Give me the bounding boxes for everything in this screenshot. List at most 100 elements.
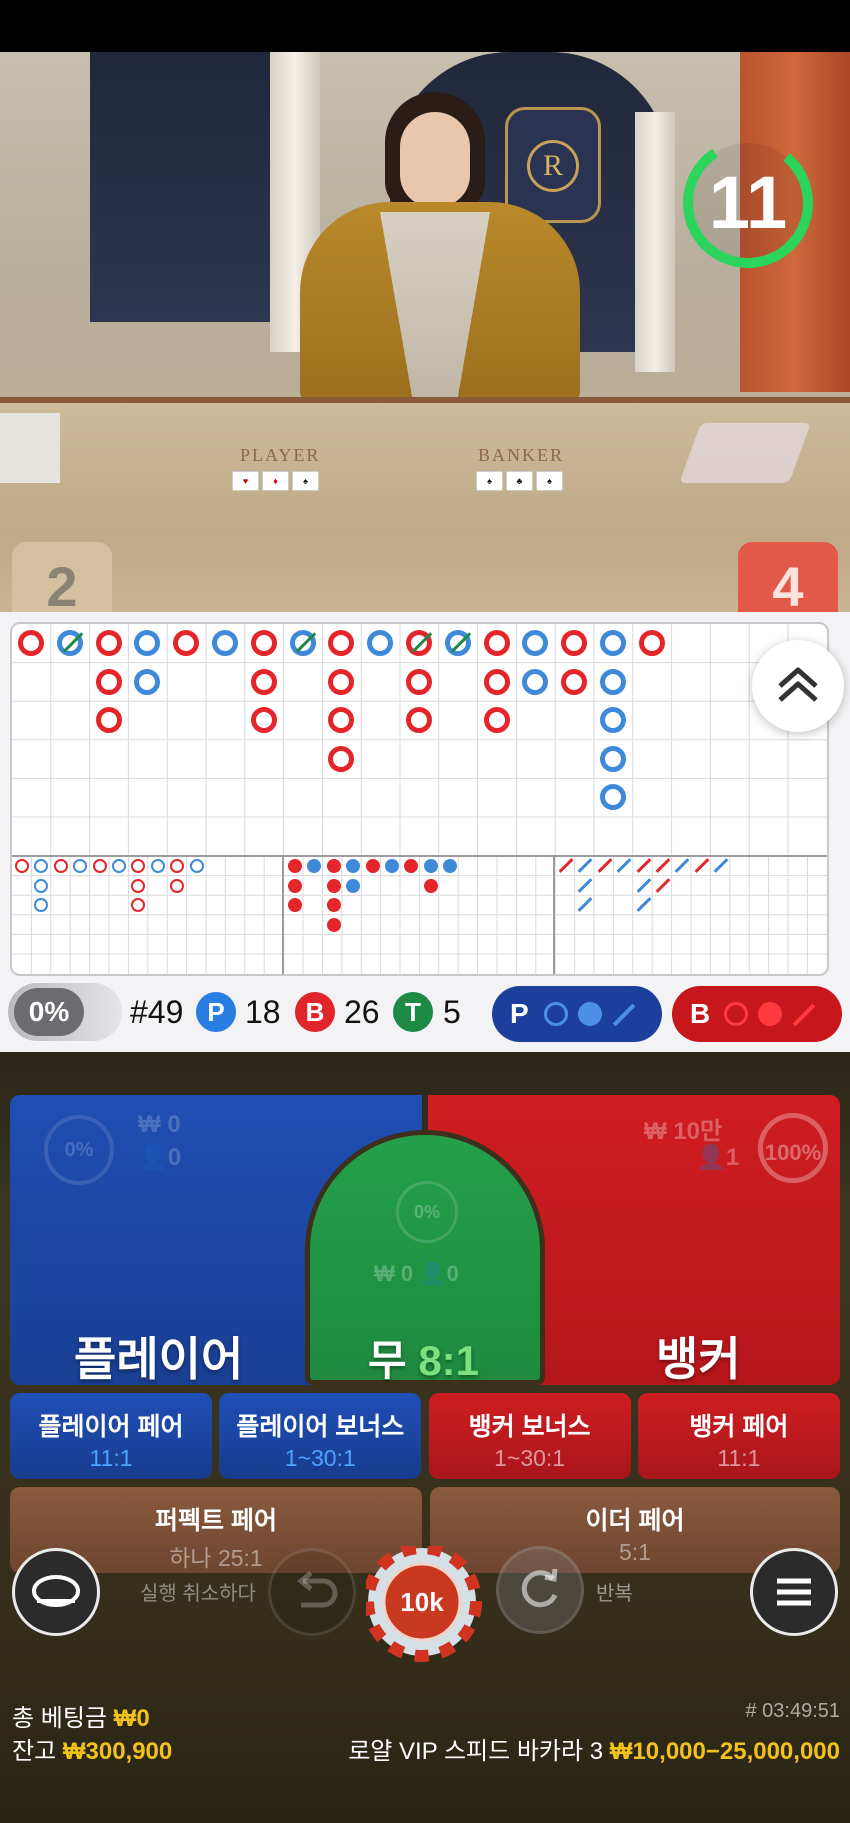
repeat-icon (521, 1568, 558, 1608)
big-eye-road-mark (307, 859, 322, 873)
undo-icon (296, 1571, 338, 1608)
player-bettor-count: 👤0 (138, 1144, 182, 1171)
menu-button[interactable] (750, 1548, 838, 1636)
cockroach-road-mark (636, 858, 652, 873)
banker-mark (95, 630, 122, 656)
banker-mark (483, 707, 510, 734)
total-bet-label: 총 베팅금 (12, 1705, 107, 1732)
player-mark (212, 630, 238, 656)
tie-bet-stats: ₩ 0 👤0 (374, 1261, 459, 1287)
small-road-mark (73, 859, 88, 873)
banker-mark (328, 707, 355, 734)
scoreboard-grid[interactable] (10, 622, 829, 976)
big-eye-road-mark (346, 859, 361, 873)
banker-label: 뱅커 (656, 1333, 741, 1385)
banker-percent: 100% (758, 1113, 828, 1183)
tie-badge: T (393, 992, 433, 1032)
repeat-button[interactable] (496, 1546, 584, 1634)
big-eye-road-mark (288, 878, 302, 893)
player-mark (134, 668, 161, 695)
table-info: 로얄 VIP 스피드 바카라 3 ₩10,000−25,000,000 (348, 1731, 840, 1766)
chat-button[interactable] (12, 1548, 100, 1636)
player-mark (56, 630, 84, 656)
win-percent-toggle[interactable]: 0% (8, 983, 122, 1041)
side-bet-label: 플레이어 보너스 (236, 1413, 405, 1441)
small-road-mark (131, 898, 146, 913)
big-eye-road-mark (423, 878, 438, 893)
wall-panel-left (90, 52, 270, 322)
banker-mark (406, 630, 433, 656)
cockroach-road-mark (694, 858, 710, 873)
predict-ring-icon (544, 1002, 568, 1026)
tie-slash (450, 632, 472, 653)
big-eye-road-mark (326, 878, 341, 893)
banker-mark (561, 668, 588, 695)
countdown-timer: 11 (708, 161, 788, 244)
predict-slash-icon (612, 1003, 636, 1027)
predict-ring-icon (724, 1002, 748, 1026)
banker-mark (173, 630, 200, 656)
table-banker-label: BANKER (478, 445, 565, 465)
banker-mark (250, 707, 277, 734)
cockroach-road-mark (655, 858, 671, 873)
player-predict-button[interactable]: P (492, 986, 662, 1042)
big-eye-road-mark (326, 917, 341, 932)
player-mark (600, 784, 626, 811)
total-bet-value: ₩0 (113, 1705, 150, 1732)
player-score: 2 (12, 542, 112, 612)
banker-mark (18, 630, 44, 656)
hamburger-menu-icon (777, 1578, 811, 1606)
player-mark (134, 630, 161, 656)
side-bet-label: 뱅커 보너스 (468, 1413, 591, 1441)
side-bet-button[interactable]: 플레이어 보너스 1~30:1 (219, 1393, 422, 1479)
tie-count: 5 (443, 994, 461, 1030)
banker-mark (638, 630, 665, 656)
undo-button[interactable] (268, 1548, 356, 1636)
small-road-mark (34, 859, 49, 873)
tie-bet-amount: ₩ 0 (374, 1261, 414, 1286)
stats-bar: 0% #49 P 18 B 26 T 5 P B (0, 980, 850, 1052)
side-bet-button[interactable]: 뱅커 보너스 1~30:1 (428, 1393, 631, 1479)
chip-selector[interactable]: 10k (362, 1542, 484, 1664)
player-mark (522, 630, 549, 656)
banker-score: 4 (738, 542, 838, 612)
player-mark (600, 745, 626, 772)
big-eye-road-mark (365, 859, 380, 873)
royal-logo-emblem: R (505, 107, 601, 223)
small-road-mark (34, 878, 49, 893)
banker-mark (328, 630, 355, 656)
dealer-body (300, 202, 580, 402)
side-bet-label: 플레이어 페어 (38, 1413, 184, 1441)
expand-roadmap-button[interactable] (752, 640, 844, 732)
win-percent: 0% (14, 988, 84, 1036)
repeat-label: 반복 (596, 1583, 633, 1605)
side-bet-button[interactable]: 플레이어 페어 11:1 (10, 1393, 212, 1479)
banker-predict-button[interactable]: B (672, 986, 842, 1042)
pillar (635, 112, 675, 372)
player-mark (522, 668, 549, 695)
player-mark (367, 630, 394, 656)
big-eye-road-mark (326, 859, 341, 873)
big-eye-road-mark (288, 898, 302, 913)
tie-slash (295, 632, 316, 653)
banker-mark (95, 668, 122, 695)
derived-roads (12, 856, 827, 974)
side-bet-payout: 11:1 (89, 1445, 133, 1471)
player-count: 18 (245, 994, 281, 1030)
big-eye-road-mark (443, 859, 458, 873)
banker-mark (483, 630, 510, 656)
side-bet-payout: 1~30:1 (284, 1445, 356, 1471)
side-bet-payout: 11:1 (717, 1445, 761, 1471)
table-player-label: PLAYER (240, 445, 321, 465)
tie-label: 무 8:1 (368, 1327, 479, 1388)
side-bet-button[interactable]: 뱅커 페어 11:1 (637, 1393, 840, 1479)
tie-text: 무 (368, 1337, 407, 1384)
cockroach-road-mark (597, 858, 613, 873)
big-eye-road-mark (326, 898, 341, 913)
undo-label: 실행 취소하다 (140, 1583, 256, 1605)
tie-bet-spot[interactable]: 0% ₩ 0 👤0 무 8:1 (305, 1130, 545, 1385)
double-chevron-up-icon (778, 667, 818, 702)
banker-mark (250, 668, 277, 695)
balance-label: 잔고 (12, 1738, 57, 1765)
player-bet-amount: ₩ 0 (138, 1111, 181, 1138)
